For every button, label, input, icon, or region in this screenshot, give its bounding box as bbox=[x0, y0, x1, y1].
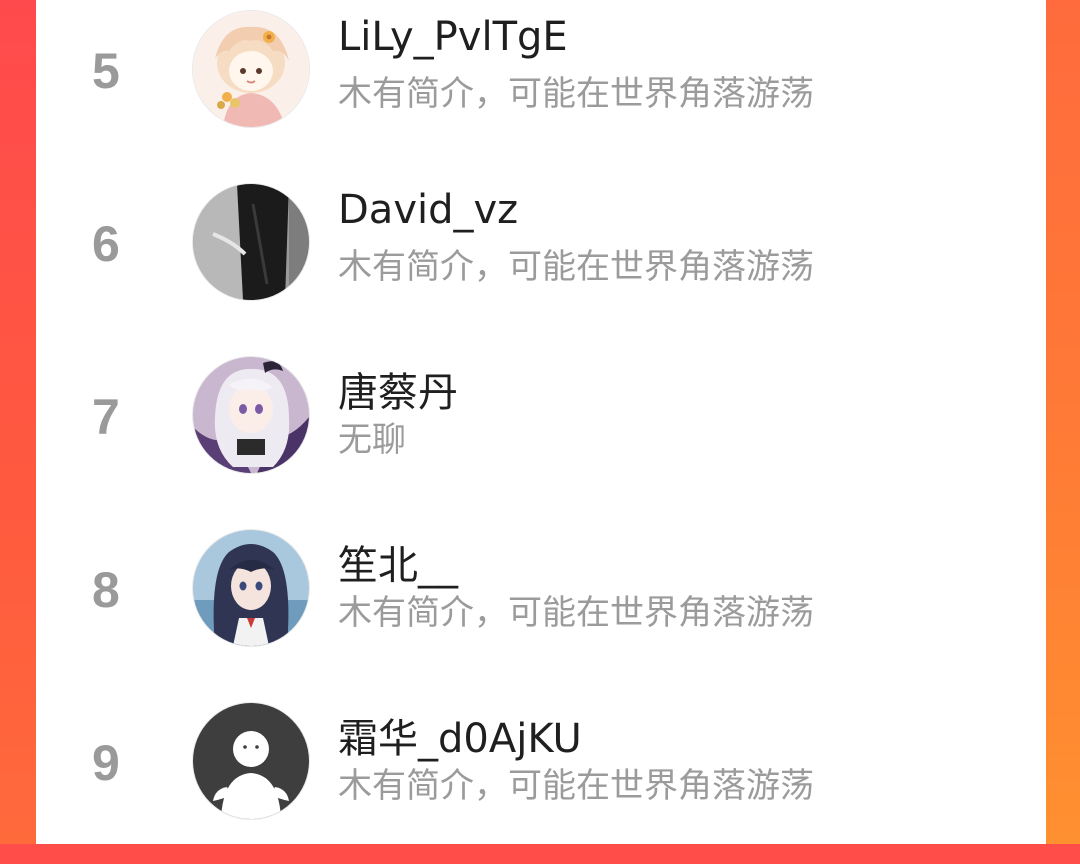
user-bio: 木有简介，可能在世界角落游荡 bbox=[338, 247, 814, 287]
anime-girl-flower-avatar-icon bbox=[193, 11, 309, 127]
ranking-row[interactable]: 9 霜华_d0AjKU 木有简介，可能在世界角落游荡 bbox=[36, 692, 1046, 864]
dark-figure-avatar-icon bbox=[193, 184, 309, 300]
rank-number: 6 bbox=[92, 216, 120, 272]
user-avatar[interactable] bbox=[193, 184, 309, 300]
user-bio: 木有简介，可能在世界角落游荡 bbox=[338, 766, 814, 806]
user-name: 唐蔡丹 bbox=[338, 370, 458, 416]
ranking-row[interactable]: 8 笙北__ 木有简介，可能在世界角落游荡 bbox=[36, 519, 1046, 691]
user-avatar[interactable] bbox=[193, 357, 309, 473]
silver-hair-anime-avatar-icon bbox=[193, 357, 309, 473]
user-avatar[interactable] bbox=[193, 11, 309, 127]
ranking-row[interactable]: 5 LiLy_PvlTgE 木有简介，可能在世界角落游荡 bbox=[36, 0, 1046, 172]
user-name: LiLy_PvlTgE bbox=[338, 14, 568, 60]
user-bio: 无聊 bbox=[338, 420, 406, 460]
rank-number: 9 bbox=[92, 735, 120, 791]
user-avatar[interactable] bbox=[193, 530, 309, 646]
user-avatar[interactable] bbox=[193, 703, 309, 819]
right-background-strip bbox=[1046, 0, 1080, 844]
user-name: David_vz bbox=[338, 187, 519, 233]
user-name: 笙北__ bbox=[338, 543, 458, 589]
rank-number: 7 bbox=[92, 389, 120, 445]
left-background-strip bbox=[0, 0, 36, 844]
ranking-list: 5 LiLy_PvlTgE 木有简介，可能在世界角落游荡 6 David_vz … bbox=[36, 0, 1046, 844]
user-name: 霜华_d0AjKU bbox=[338, 716, 582, 762]
user-bio: 木有简介，可能在世界角落游荡 bbox=[338, 593, 814, 633]
rank-number: 8 bbox=[92, 562, 120, 618]
user-bio: 木有简介，可能在世界角落游荡 bbox=[338, 74, 814, 114]
default-user-avatar-icon bbox=[193, 703, 309, 819]
ranking-row[interactable]: 7 唐蔡丹 无聊 bbox=[36, 346, 1046, 518]
rank-number: 5 bbox=[92, 43, 120, 99]
dark-hair-anime-avatar-icon bbox=[193, 530, 309, 646]
ranking-row[interactable]: 6 David_vz 木有简介，可能在世界角落游荡 bbox=[36, 173, 1046, 345]
